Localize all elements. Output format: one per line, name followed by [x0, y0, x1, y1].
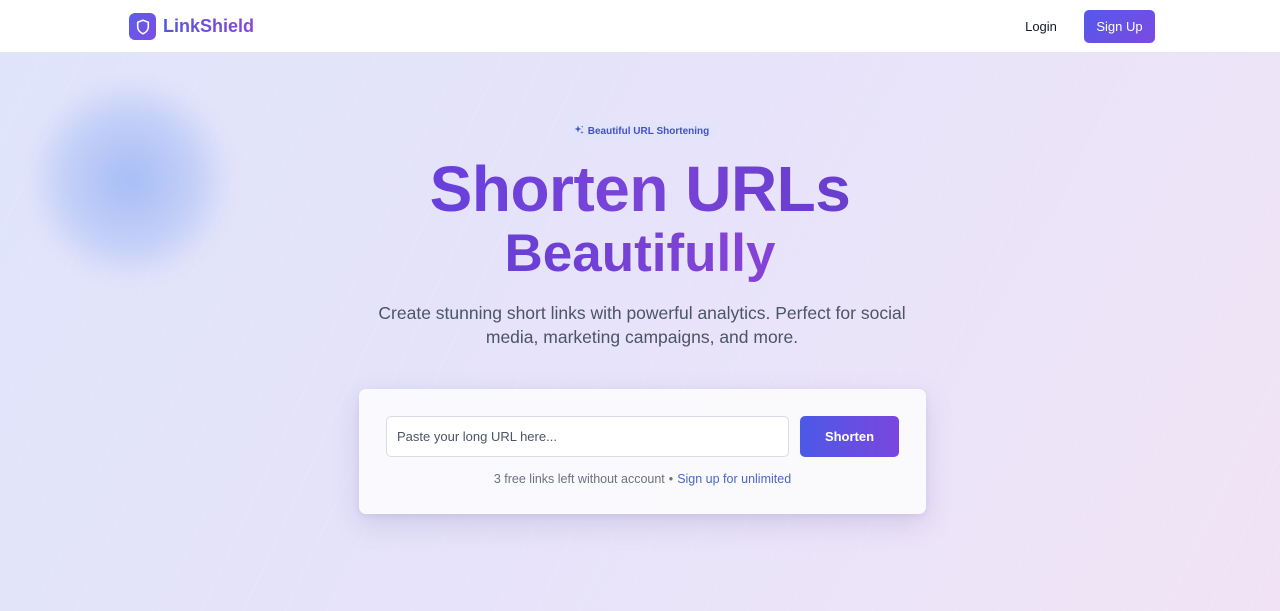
- brand-name: LinkShield: [163, 16, 255, 36]
- shortener-card: Shorten 3 free links left without accoun…: [359, 389, 926, 514]
- hero-description: Create stunning short links with powerfu…: [378, 303, 906, 347]
- shorten-button[interactable]: Shorten: [800, 416, 899, 457]
- brand-logo-link[interactable]: LinkShield: [129, 13, 254, 40]
- separator-dot: •: [668, 472, 674, 486]
- top-nav: LinkShield Login Sign Up: [0, 0, 1280, 53]
- free-links-text: 3 free links left without account: [493, 472, 665, 486]
- signup-button[interactable]: Sign Up: [1084, 10, 1155, 43]
- free-links-note: 3 free links left without account • Sign u…: [359, 472, 926, 486]
- hero-badge: Beautiful URL Shortening: [565, 122, 718, 141]
- hero-badge-text: Beautiful URL Shortening: [587, 126, 710, 137]
- login-link[interactable]: Login: [1012, 10, 1070, 43]
- url-input[interactable]: [386, 416, 789, 457]
- hero-title: Shorten URLs: [0, 153, 1280, 225]
- hero-subtitle: Beautifully: [0, 222, 1280, 286]
- shield-icon: [129, 13, 156, 40]
- signup-unlimited-link[interactable]: Sign up for unlimited: [677, 472, 791, 486]
- sparkles-icon: [574, 125, 584, 138]
